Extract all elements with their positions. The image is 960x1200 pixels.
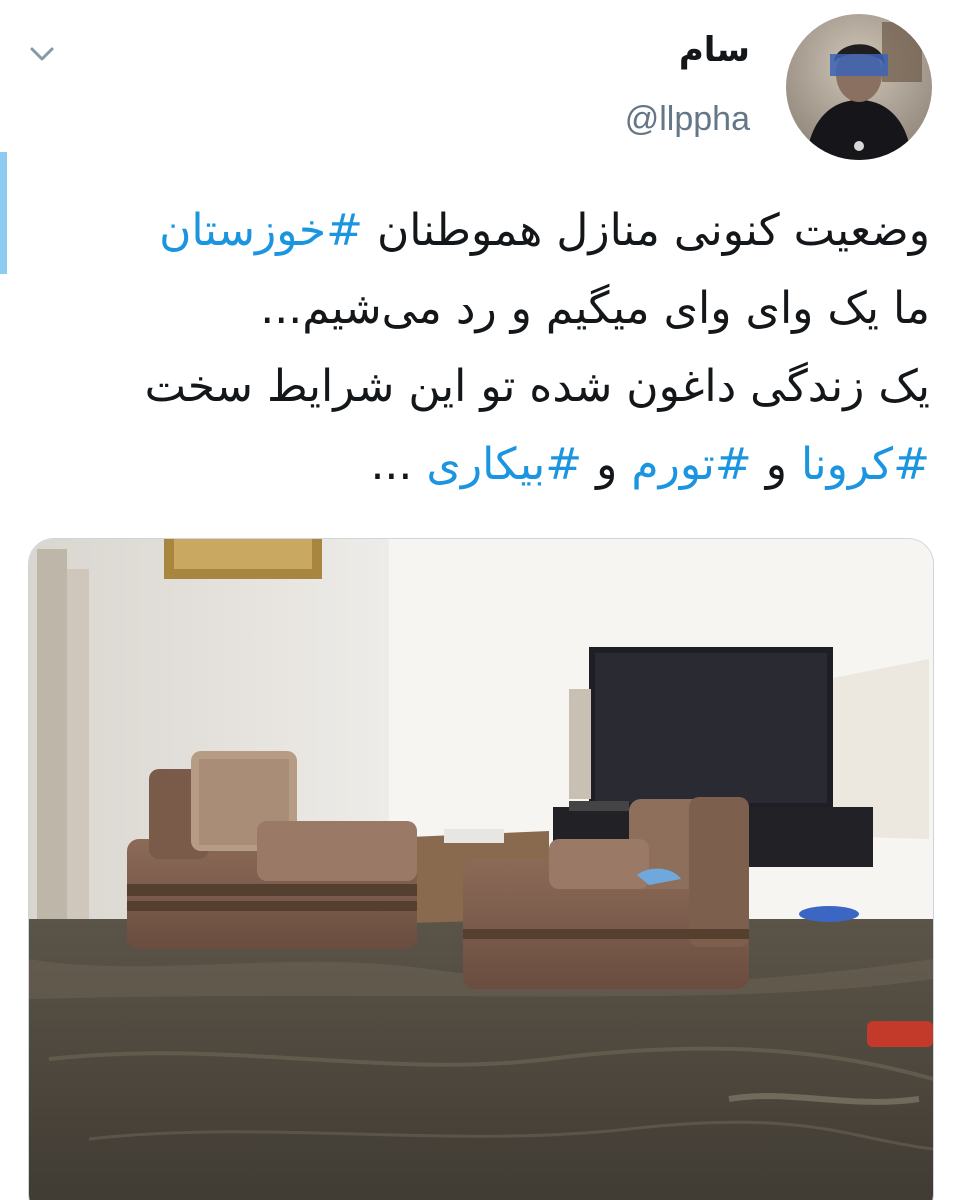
author-handle[interactable]: @llppha bbox=[625, 100, 750, 139]
hashtag-link[interactable]: #خوزستان bbox=[159, 205, 363, 256]
tweet-text-segment: وضعیت کنونی منازل هموطنان bbox=[363, 205, 930, 256]
tweet-text-segment: و bbox=[582, 439, 632, 490]
tweet-line: #کرونا و #تورم و #بیکاری ... bbox=[20, 426, 930, 504]
tweet-line: وضعیت کنونی منازل هموطنان #خوزستان bbox=[20, 192, 930, 270]
tweet-line: ما یک وای وای میگیم و رد می‌شیم... bbox=[20, 270, 930, 348]
tweet-text-segment: ما یک وای وای میگیم و رد می‌شیم... bbox=[260, 283, 930, 334]
tweet-text-segment: و bbox=[751, 439, 801, 490]
avatar[interactable] bbox=[786, 14, 932, 160]
hashtag-link[interactable]: #تورم bbox=[631, 439, 751, 490]
tweet-text-segment: یک زندگی داغون شده تو این شرایط سخت bbox=[144, 361, 930, 412]
thread-indicator-bar bbox=[0, 152, 7, 274]
tweet-media-photo[interactable] bbox=[28, 538, 934, 1200]
flooded-room-illustration bbox=[29, 539, 933, 1200]
tweet-text: وضعیت کنونی منازل هموطنان #خوزستان ما یک… bbox=[20, 192, 930, 504]
hashtag-link[interactable]: #کرونا bbox=[801, 439, 930, 490]
author-display-name[interactable]: سام bbox=[679, 30, 750, 70]
tweet-line: یک زندگی داغون شده تو این شرایط سخت bbox=[20, 348, 930, 426]
hashtag-link[interactable]: #بیکاری bbox=[426, 439, 582, 490]
chevron-down-icon[interactable] bbox=[26, 38, 58, 70]
tweet-text-segment: ... bbox=[370, 439, 427, 490]
